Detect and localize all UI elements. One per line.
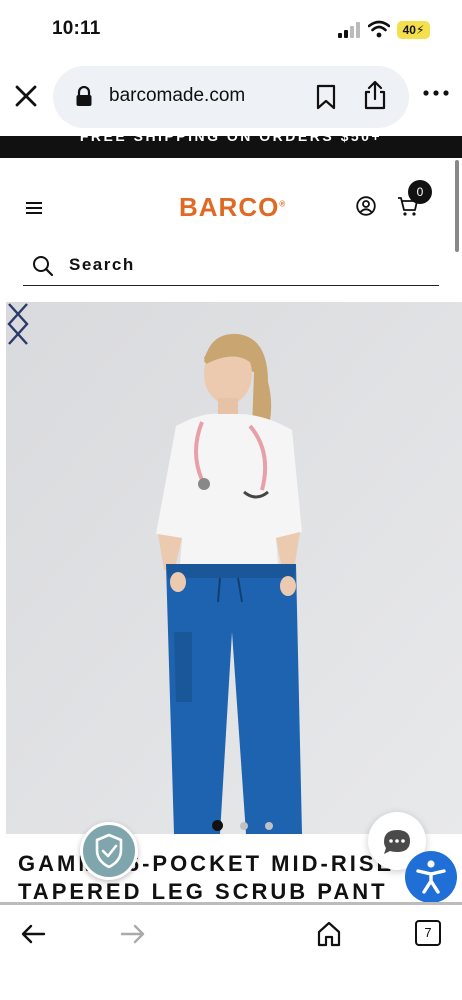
brand-logo[interactable]: BARCO® <box>179 192 286 223</box>
status-time: 10:11 <box>52 18 101 39</box>
address-bar[interactable]: barcomade.com <box>53 66 409 128</box>
search-placeholder[interactable]: Search <box>69 255 135 275</box>
lock-icon <box>76 86 92 106</box>
accessibility-icon <box>416 860 446 894</box>
product-image-carousel[interactable] <box>6 302 462 834</box>
tabs-button[interactable]: 7 <box>415 920 441 946</box>
wifi-icon <box>368 20 390 38</box>
menu-icon[interactable] <box>26 201 42 215</box>
carousel-next-arrow-icon[interactable] <box>6 302 30 346</box>
promo-banner[interactable]: FREE SHIPPING ON ORDERS $50+ <box>0 136 462 158</box>
search-icon <box>33 256 54 277</box>
site-header: BARCO® 0 <box>0 160 462 256</box>
more-options-icon[interactable] <box>422 88 450 98</box>
forward-arrow-icon[interactable] <box>120 923 146 945</box>
share-icon[interactable] <box>363 80 387 110</box>
carousel-dot-1[interactable] <box>212 820 223 831</box>
shield-check-icon <box>95 833 123 869</box>
account-icon[interactable] <box>356 196 376 216</box>
cart-count-badge[interactable]: 0 <box>408 180 432 204</box>
url-text[interactable]: barcomade.com <box>109 85 245 107</box>
page-scrollbar[interactable] <box>455 160 459 252</box>
promo-text: FREE SHIPPING ON ORDERS $50+ <box>79 136 383 144</box>
search-bar[interactable]: Search <box>23 246 439 286</box>
browser-toolbar: barcomade.com <box>0 60 462 134</box>
battery-icon: 40⚡ <box>397 21 430 39</box>
carousel-dots <box>206 820 286 832</box>
status-bar: 10:11 40⚡ <box>0 0 462 60</box>
battery-level: 40 <box>402 23 416 37</box>
cellular-signal-icon <box>338 22 360 38</box>
bookmark-icon[interactable] <box>315 84 337 110</box>
close-icon[interactable] <box>12 82 40 110</box>
logo-text: BARCO <box>179 192 280 222</box>
carousel-dot-3[interactable] <box>265 822 273 830</box>
product-photo <box>6 302 462 834</box>
home-icon[interactable] <box>316 920 342 948</box>
security-shield-widget[interactable] <box>80 822 138 880</box>
back-arrow-icon[interactable] <box>20 923 46 945</box>
carousel-dot-2[interactable] <box>240 822 248 830</box>
accessibility-widget-button[interactable] <box>405 851 457 903</box>
browser-bottom-nav: 7 <box>0 905 462 1000</box>
